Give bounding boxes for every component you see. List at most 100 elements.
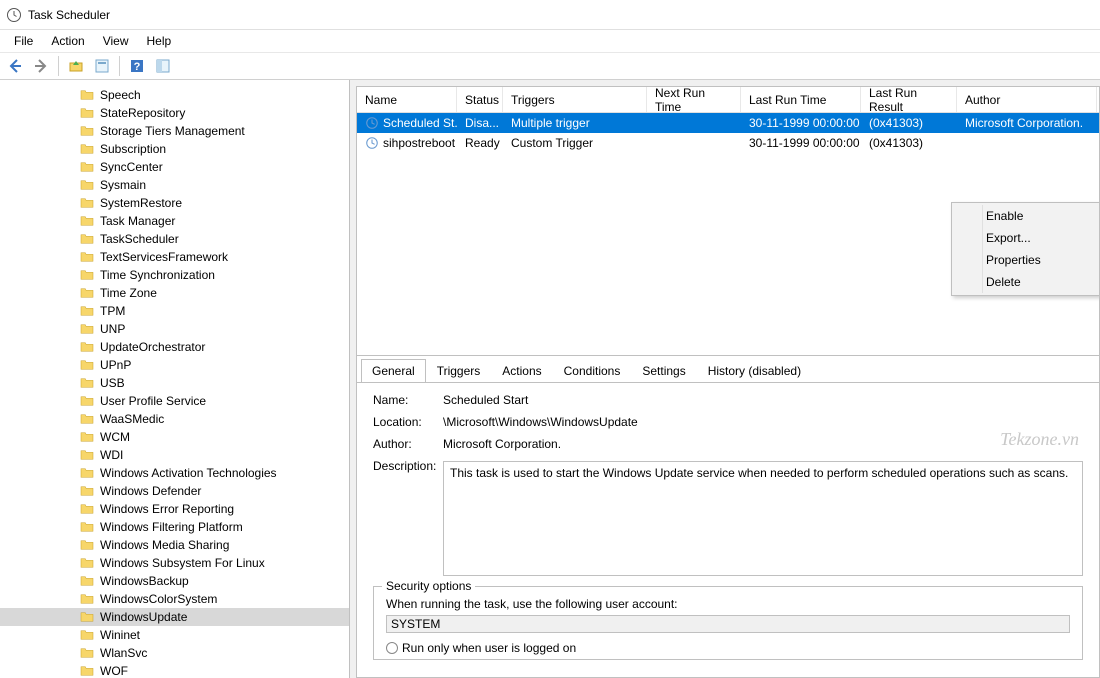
menubar: File Action View Help [0, 30, 1100, 52]
tab-actions[interactable]: Actions [491, 359, 552, 382]
tree-item[interactable]: TextServicesFramework [0, 248, 349, 266]
ctx-enable[interactable]: Enable [952, 205, 1100, 227]
forward-button[interactable] [30, 55, 52, 77]
col-status[interactable]: Status [457, 87, 503, 112]
properties-button[interactable] [91, 55, 113, 77]
tree-item[interactable]: Subscription [0, 140, 349, 158]
tree-item-label: WlanSvc [100, 646, 147, 660]
tree-item[interactable]: Windows Media Sharing [0, 536, 349, 554]
tree-item[interactable]: Storage Tiers Management [0, 122, 349, 140]
tree-item[interactable]: WCM [0, 428, 349, 446]
tree-item[interactable]: Task Manager [0, 212, 349, 230]
tree-item[interactable]: WaaSMedic [0, 410, 349, 428]
tab-triggers[interactable]: Triggers [426, 359, 492, 382]
back-button[interactable] [4, 55, 26, 77]
tree-item-label: Storage Tiers Management [100, 124, 245, 138]
tab-conditions[interactable]: Conditions [553, 359, 632, 382]
tab-general[interactable]: General [361, 359, 426, 383]
tab-history[interactable]: History (disabled) [697, 359, 812, 382]
task-status: Disa... [457, 115, 503, 131]
tree-item[interactable]: StateRepository [0, 104, 349, 122]
tree-item[interactable]: Windows Subsystem For Linux [0, 554, 349, 572]
tree-item-label: StateRepository [100, 106, 185, 120]
tree-item-label: Windows Filtering Platform [100, 520, 243, 534]
tree-item[interactable]: SystemRestore [0, 194, 349, 212]
tree-item[interactable]: WOF [0, 662, 349, 678]
tree-item[interactable]: TaskScheduler [0, 230, 349, 248]
description-label: Description: [373, 459, 443, 473]
task-next-run [647, 142, 741, 144]
description-value: This task is used to start the Windows U… [443, 461, 1083, 576]
tree-item[interactable]: WindowsColorSystem [0, 590, 349, 608]
col-next-run[interactable]: Next Run Time [647, 87, 741, 112]
titlebar: Task Scheduler [0, 0, 1100, 30]
toolbar-separator [119, 56, 120, 76]
tree-item[interactable]: WindowsBackup [0, 572, 349, 590]
name-value: Scheduled Start [443, 393, 1083, 407]
tree-item[interactable]: WlanSvc [0, 644, 349, 662]
clock-icon [6, 7, 22, 23]
col-triggers[interactable]: Triggers [503, 87, 647, 112]
tree-item-label: Sysmain [100, 178, 146, 192]
menu-view[interactable]: View [95, 32, 137, 50]
tree-item[interactable]: Windows Error Reporting [0, 500, 349, 518]
task-last-run: 30-11-1999 00:00:00 [741, 115, 861, 131]
security-label: Security options [382, 579, 475, 593]
tree-item[interactable]: UpdateOrchestrator [0, 338, 349, 356]
tree-item[interactable]: Sysmain [0, 176, 349, 194]
task-row[interactable]: Scheduled St...Disa...Multiple trigger30… [357, 113, 1099, 133]
task-name: sihpostreboot [357, 135, 457, 151]
tree-item[interactable]: SyncCenter [0, 158, 349, 176]
tree-item[interactable]: Time Zone [0, 284, 349, 302]
menu-file[interactable]: File [6, 32, 41, 50]
tree-pane[interactable]: Speech StateRepository Storage Tiers Manag… [0, 80, 350, 678]
help-button[interactable]: ? [126, 55, 148, 77]
tree-item[interactable]: Speech [0, 86, 349, 104]
task-author [957, 142, 1097, 144]
task-row[interactable]: sihpostrebootReadyCustom Trigger30-11-19… [357, 133, 1099, 153]
name-label: Name: [373, 393, 443, 407]
task-name: Scheduled St... [357, 115, 457, 131]
svg-text:?: ? [134, 61, 141, 73]
menu-help[interactable]: Help [139, 32, 180, 50]
task-result: (0x41303) [861, 135, 957, 151]
ctx-properties[interactable]: Properties [952, 249, 1100, 271]
tree-item[interactable]: Windows Activation Technologies [0, 464, 349, 482]
tree-item[interactable]: USB [0, 374, 349, 392]
radio-logged-on[interactable] [386, 642, 398, 654]
pane-button[interactable] [152, 55, 174, 77]
tree-item-label: WaaSMedic [100, 412, 164, 426]
up-folder-button[interactable] [65, 55, 87, 77]
tree-item-label: TPM [100, 304, 125, 318]
menu-action[interactable]: Action [43, 32, 92, 50]
tree-item-label: Windows Subsystem For Linux [100, 556, 265, 570]
tree-item[interactable]: Windows Filtering Platform [0, 518, 349, 536]
tree-item[interactable]: UNP [0, 320, 349, 338]
tree-item[interactable]: User Profile Service [0, 392, 349, 410]
col-last-result[interactable]: Last Run Result [861, 87, 957, 112]
tree-item-label: WindowsColorSystem [100, 592, 217, 606]
tree-item[interactable]: WDI [0, 446, 349, 464]
tree-item[interactable]: Time Synchronization [0, 266, 349, 284]
tree-item[interactable]: UPnP [0, 356, 349, 374]
tree-item-label: Task Manager [100, 214, 175, 228]
tree-item[interactable]: WindowsUpdate [0, 608, 349, 626]
col-last-run[interactable]: Last Run Time [741, 87, 861, 112]
right-pane: Name Status Triggers Next Run Time Last … [350, 80, 1100, 678]
task-list: Name Status Triggers Next Run Time Last … [356, 86, 1100, 356]
security-group: Security options When running the task, … [373, 586, 1083, 660]
task-triggers: Custom Trigger [503, 135, 647, 151]
col-name[interactable]: Name [357, 87, 457, 112]
tree-item[interactable]: Windows Defender [0, 482, 349, 500]
tree-item[interactable]: TPM [0, 302, 349, 320]
ctx-delete[interactable]: Delete [952, 271, 1100, 293]
col-author[interactable]: Author [957, 87, 1097, 112]
toolbar: ? [0, 52, 1100, 80]
location-value: \Microsoft\Windows\WindowsUpdate [443, 415, 1083, 429]
tree-item-label: User Profile Service [100, 394, 206, 408]
tree-item[interactable]: Wininet [0, 626, 349, 644]
account-prompt: When running the task, use the following… [386, 597, 1070, 611]
tab-settings[interactable]: Settings [631, 359, 696, 382]
ctx-export[interactable]: Export... [952, 227, 1100, 249]
tree-item-label: UNP [100, 322, 125, 336]
